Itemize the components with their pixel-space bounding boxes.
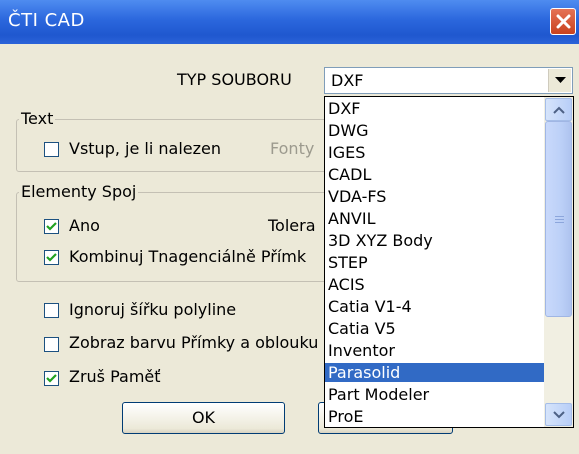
combine-tangential-checkbox[interactable] [44,250,59,265]
chevron-down-icon [553,411,565,419]
clear-memory-checkbox[interactable] [44,371,59,386]
dropdown-item[interactable]: CADL [325,165,544,184]
file-type-dropdown-button[interactable] [548,69,571,92]
dropdown-item[interactable]: ProE [325,407,544,426]
grip-line [555,216,564,217]
text-input-label: Vstup, je li nalezen [69,139,221,158]
ano-checkbox[interactable] [44,219,59,234]
dialog-window: ČTI CAD TYP SOUBORU DXF Text Vstup, je l… [0,0,579,454]
dropdown-item[interactable]: VDA-FS [325,187,544,206]
combine-tangential-label: Kombinuj Tnagenciálně Přímk [69,247,307,266]
text-group-legend: Text [19,109,56,128]
close-button[interactable] [550,8,576,35]
chevron-down-icon [555,77,566,83]
title-bar[interactable]: ČTI CAD [0,0,579,44]
scroll-up-button[interactable] [545,98,572,121]
dropdown-item[interactable]: DWG [325,121,544,140]
clear-memory-label: Zruš Paměť [69,367,161,386]
dropdown-item[interactable]: Part Modeler [325,385,544,404]
dropdown-item[interactable]: 3D XYZ Body [325,231,544,250]
elements-group: Elementy Spoj [16,182,336,282]
fonts-label: Fonty [270,139,315,158]
scroll-down-button[interactable] [545,403,572,426]
dropdown-item[interactable]: Catia V5 [325,319,544,338]
dropdown-item[interactable]: ANVIL [325,209,544,228]
dropdown-item[interactable]: Parasolid [325,363,544,382]
show-color-label: Zobraz barvu Přímky a oblouku [69,333,319,352]
file-type-dropdown-list[interactable]: DXF DWG IGES CADL VDA-FS ANVIL 3D XYZ Body STEP… [324,96,574,428]
dropdown-scrollbar[interactable] [544,97,573,427]
dropdown-item[interactable]: Catia V1-4 [325,297,544,316]
file-type-label: TYP SOUBORU [177,70,292,89]
tolerance-label: Tolera [268,216,316,235]
checkmark-icon [46,374,57,383]
dropdown-item[interactable]: Inventor [325,341,544,360]
dropdown-item[interactable]: IGES [325,143,544,162]
grip-line [555,219,564,220]
close-icon [556,14,571,29]
scroll-thumb[interactable] [545,121,572,317]
grip-line [555,222,564,223]
checkmark-icon [46,253,57,262]
dropdown-item[interactable]: DXF [325,99,544,118]
chevron-up-icon [553,106,565,114]
show-color-checkbox[interactable] [44,337,59,352]
dropdown-item[interactable]: ACIS [325,275,544,294]
window-title: ČTI CAD [8,10,85,31]
ok-button[interactable]: OK [122,402,285,434]
ignore-width-checkbox[interactable] [44,303,59,318]
text-input-checkbox[interactable] [44,142,59,157]
ano-label: Ano [69,216,100,235]
ignore-width-label: Ignoruj šířku polyline [69,300,237,319]
file-type-select[interactable]: DXF [324,67,573,94]
dropdown-item[interactable]: STEP [325,253,544,272]
checkmark-icon [46,222,57,231]
elements-group-legend: Elementy Spoj [19,182,139,201]
file-type-value: DXF [331,71,364,90]
